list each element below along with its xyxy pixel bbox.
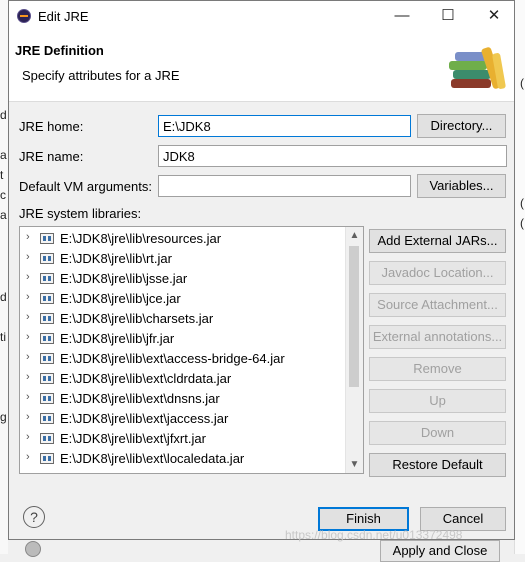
list-item-label: E:\JDK8\jre\lib\ext\jaccess.jar (60, 411, 229, 426)
list-item-label: E:\JDK8\jre\lib\ext\dnsns.jar (60, 391, 220, 406)
list-item[interactable]: › E:\JDK8\jre\lib\jfr.jar (20, 329, 350, 349)
scroll-thumb[interactable] (349, 246, 359, 387)
list-item[interactable]: › E:\JDK8\jre\lib\ext\localedata.jar (20, 449, 350, 469)
background-window-left: dat cad ti g (0, 0, 8, 554)
title-bar: Edit JRE — ☐ ✕ (9, 1, 514, 31)
expand-chevron-icon[interactable]: › (26, 331, 30, 343)
list-item[interactable]: › E:\JDK8\jre\lib\ext\access-bridge-64.ja… (20, 349, 350, 369)
jar-icon (40, 313, 54, 324)
close-button[interactable]: ✕ (471, 1, 517, 31)
jar-icon (40, 273, 54, 284)
add-external-jars-button[interactable]: Add External JARs... (369, 229, 506, 253)
expand-chevron-icon[interactable]: › (26, 351, 30, 363)
list-item[interactable]: › E:\JDK8\jre\lib\ext\jfxrt.jar (20, 429, 350, 449)
jar-icon (40, 293, 54, 304)
expand-chevron-icon[interactable]: › (26, 251, 30, 263)
libraries-label: JRE system libraries: (19, 206, 142, 221)
jar-icon (40, 373, 54, 384)
list-item-label: E:\JDK8\jre\lib\ext\cldrdata.jar (60, 371, 232, 386)
variables-button[interactable]: Variables... (417, 174, 506, 198)
list-item-label: E:\JDK8\jre\lib\jsse.jar (60, 271, 188, 286)
jar-icon (40, 393, 54, 404)
header-title: JRE Definition (15, 43, 104, 58)
expand-chevron-icon[interactable]: › (26, 311, 30, 323)
list-item-label: E:\JDK8\jre\lib\ext\access-bridge-64.jar (60, 351, 285, 366)
window-title: Edit JRE (38, 9, 89, 24)
background-window-right: ((( (514, 0, 525, 554)
library-books-icon (449, 47, 506, 89)
jre-home-input[interactable] (158, 115, 411, 137)
list-item[interactable]: › E:\JDK8\jre\lib\jce.jar (20, 289, 350, 309)
jar-icon (40, 433, 54, 444)
jar-icon (40, 413, 54, 424)
edit-jre-dialog: Edit JRE — ☐ ✕ JRE Definition Specify at… (8, 0, 515, 540)
vm-arguments-label: Default VM arguments: (19, 179, 152, 194)
expand-chevron-icon[interactable]: › (26, 231, 30, 243)
restore-default-button[interactable]: Restore Default (369, 453, 506, 477)
list-item-label: E:\JDK8\jre\lib\jce.jar (60, 291, 181, 306)
eclipse-icon (17, 9, 31, 23)
maximize-button[interactable]: ☐ (425, 1, 471, 31)
expand-chevron-icon[interactable]: › (26, 371, 30, 383)
scroll-down-arrow-icon[interactable]: ▼ (346, 456, 363, 473)
directory-button[interactable]: Directory... (417, 114, 506, 138)
expand-chevron-icon[interactable]: › (26, 451, 30, 463)
jar-icon (40, 473, 54, 474)
list-item[interactable]: › E:\JDK8\jre\lib\ext\cldrdata.jar (20, 369, 350, 389)
list-item-label: E:\JDK8\jre\lib\ext\nashorn.jar (60, 471, 232, 473)
minimize-button[interactable]: — (379, 1, 425, 31)
dialog-header: JRE Definition Specify attributes for a … (9, 31, 514, 102)
list-item[interactable]: › E:\JDK8\jre\lib\ext\jaccess.jar (20, 409, 350, 429)
jar-icon (40, 253, 54, 264)
jre-name-label: JRE name: (19, 149, 84, 164)
source-attachment-button[interactable]: Source Attachment... (369, 293, 506, 317)
list-item[interactable]: › E:\JDK8\jre\lib\ext\nashorn.jar (20, 469, 350, 474)
list-scrollbar[interactable]: ▲ ▼ (345, 227, 363, 473)
list-item-label: E:\JDK8\jre\lib\resources.jar (60, 231, 222, 246)
remove-button[interactable]: Remove (369, 357, 506, 381)
list-item[interactable]: › E:\JDK8\jre\lib\rt.jar (20, 249, 350, 269)
scroll-up-arrow-icon[interactable]: ▲ (346, 227, 363, 244)
down-button[interactable]: Down (369, 421, 506, 445)
jar-icon (40, 453, 54, 464)
jar-icon (40, 233, 54, 244)
help-icon[interactable]: ? (23, 506, 45, 528)
vm-arguments-input[interactable] (158, 175, 411, 197)
expand-chevron-icon[interactable]: › (26, 391, 30, 403)
list-item-label: E:\JDK8\jre\lib\ext\jfxrt.jar (60, 431, 206, 446)
javadoc-location-button[interactable]: Javadoc Location... (369, 261, 506, 285)
jre-name-input[interactable] (158, 145, 507, 167)
list-item-label: E:\JDK8\jre\lib\ext\localedata.jar (60, 451, 245, 466)
list-item[interactable]: › E:\JDK8\jre\lib\jsse.jar (20, 269, 350, 289)
external-annotations-button[interactable]: External annotations... (369, 325, 506, 349)
list-item[interactable]: › E:\JDK8\jre\lib\ext\dnsns.jar (20, 389, 350, 409)
header-subtitle: Specify attributes for a JRE (22, 68, 180, 83)
jar-icon (40, 353, 54, 364)
expand-chevron-icon[interactable]: › (26, 431, 30, 443)
jar-icon (40, 333, 54, 344)
jre-home-label: JRE home: (19, 119, 84, 134)
libraries-list[interactable]: › E:\JDK8\jre\lib\resources.jar › E:\JDK8\j… (19, 226, 364, 474)
expand-chevron-icon[interactable]: › (26, 411, 30, 423)
apply-and-close-button[interactable]: Apply and Close (380, 540, 500, 562)
list-item-label: E:\JDK8\jre\lib\rt.jar (60, 251, 172, 266)
background-icon (25, 541, 41, 557)
expand-chevron-icon[interactable]: › (26, 271, 30, 283)
expand-chevron-icon[interactable]: › (26, 471, 30, 473)
expand-chevron-icon[interactable]: › (26, 291, 30, 303)
up-button[interactable]: Up (369, 389, 506, 413)
list-item[interactable]: › E:\JDK8\jre\lib\resources.jar (20, 229, 350, 249)
list-item[interactable]: › E:\JDK8\jre\lib\charsets.jar (20, 309, 350, 329)
watermark-text: https://blog.csdn.net/u013372498 (285, 528, 463, 542)
list-item-label: E:\JDK8\jre\lib\charsets.jar (60, 311, 214, 326)
list-item-label: E:\JDK8\jre\lib\jfr.jar (60, 331, 175, 346)
